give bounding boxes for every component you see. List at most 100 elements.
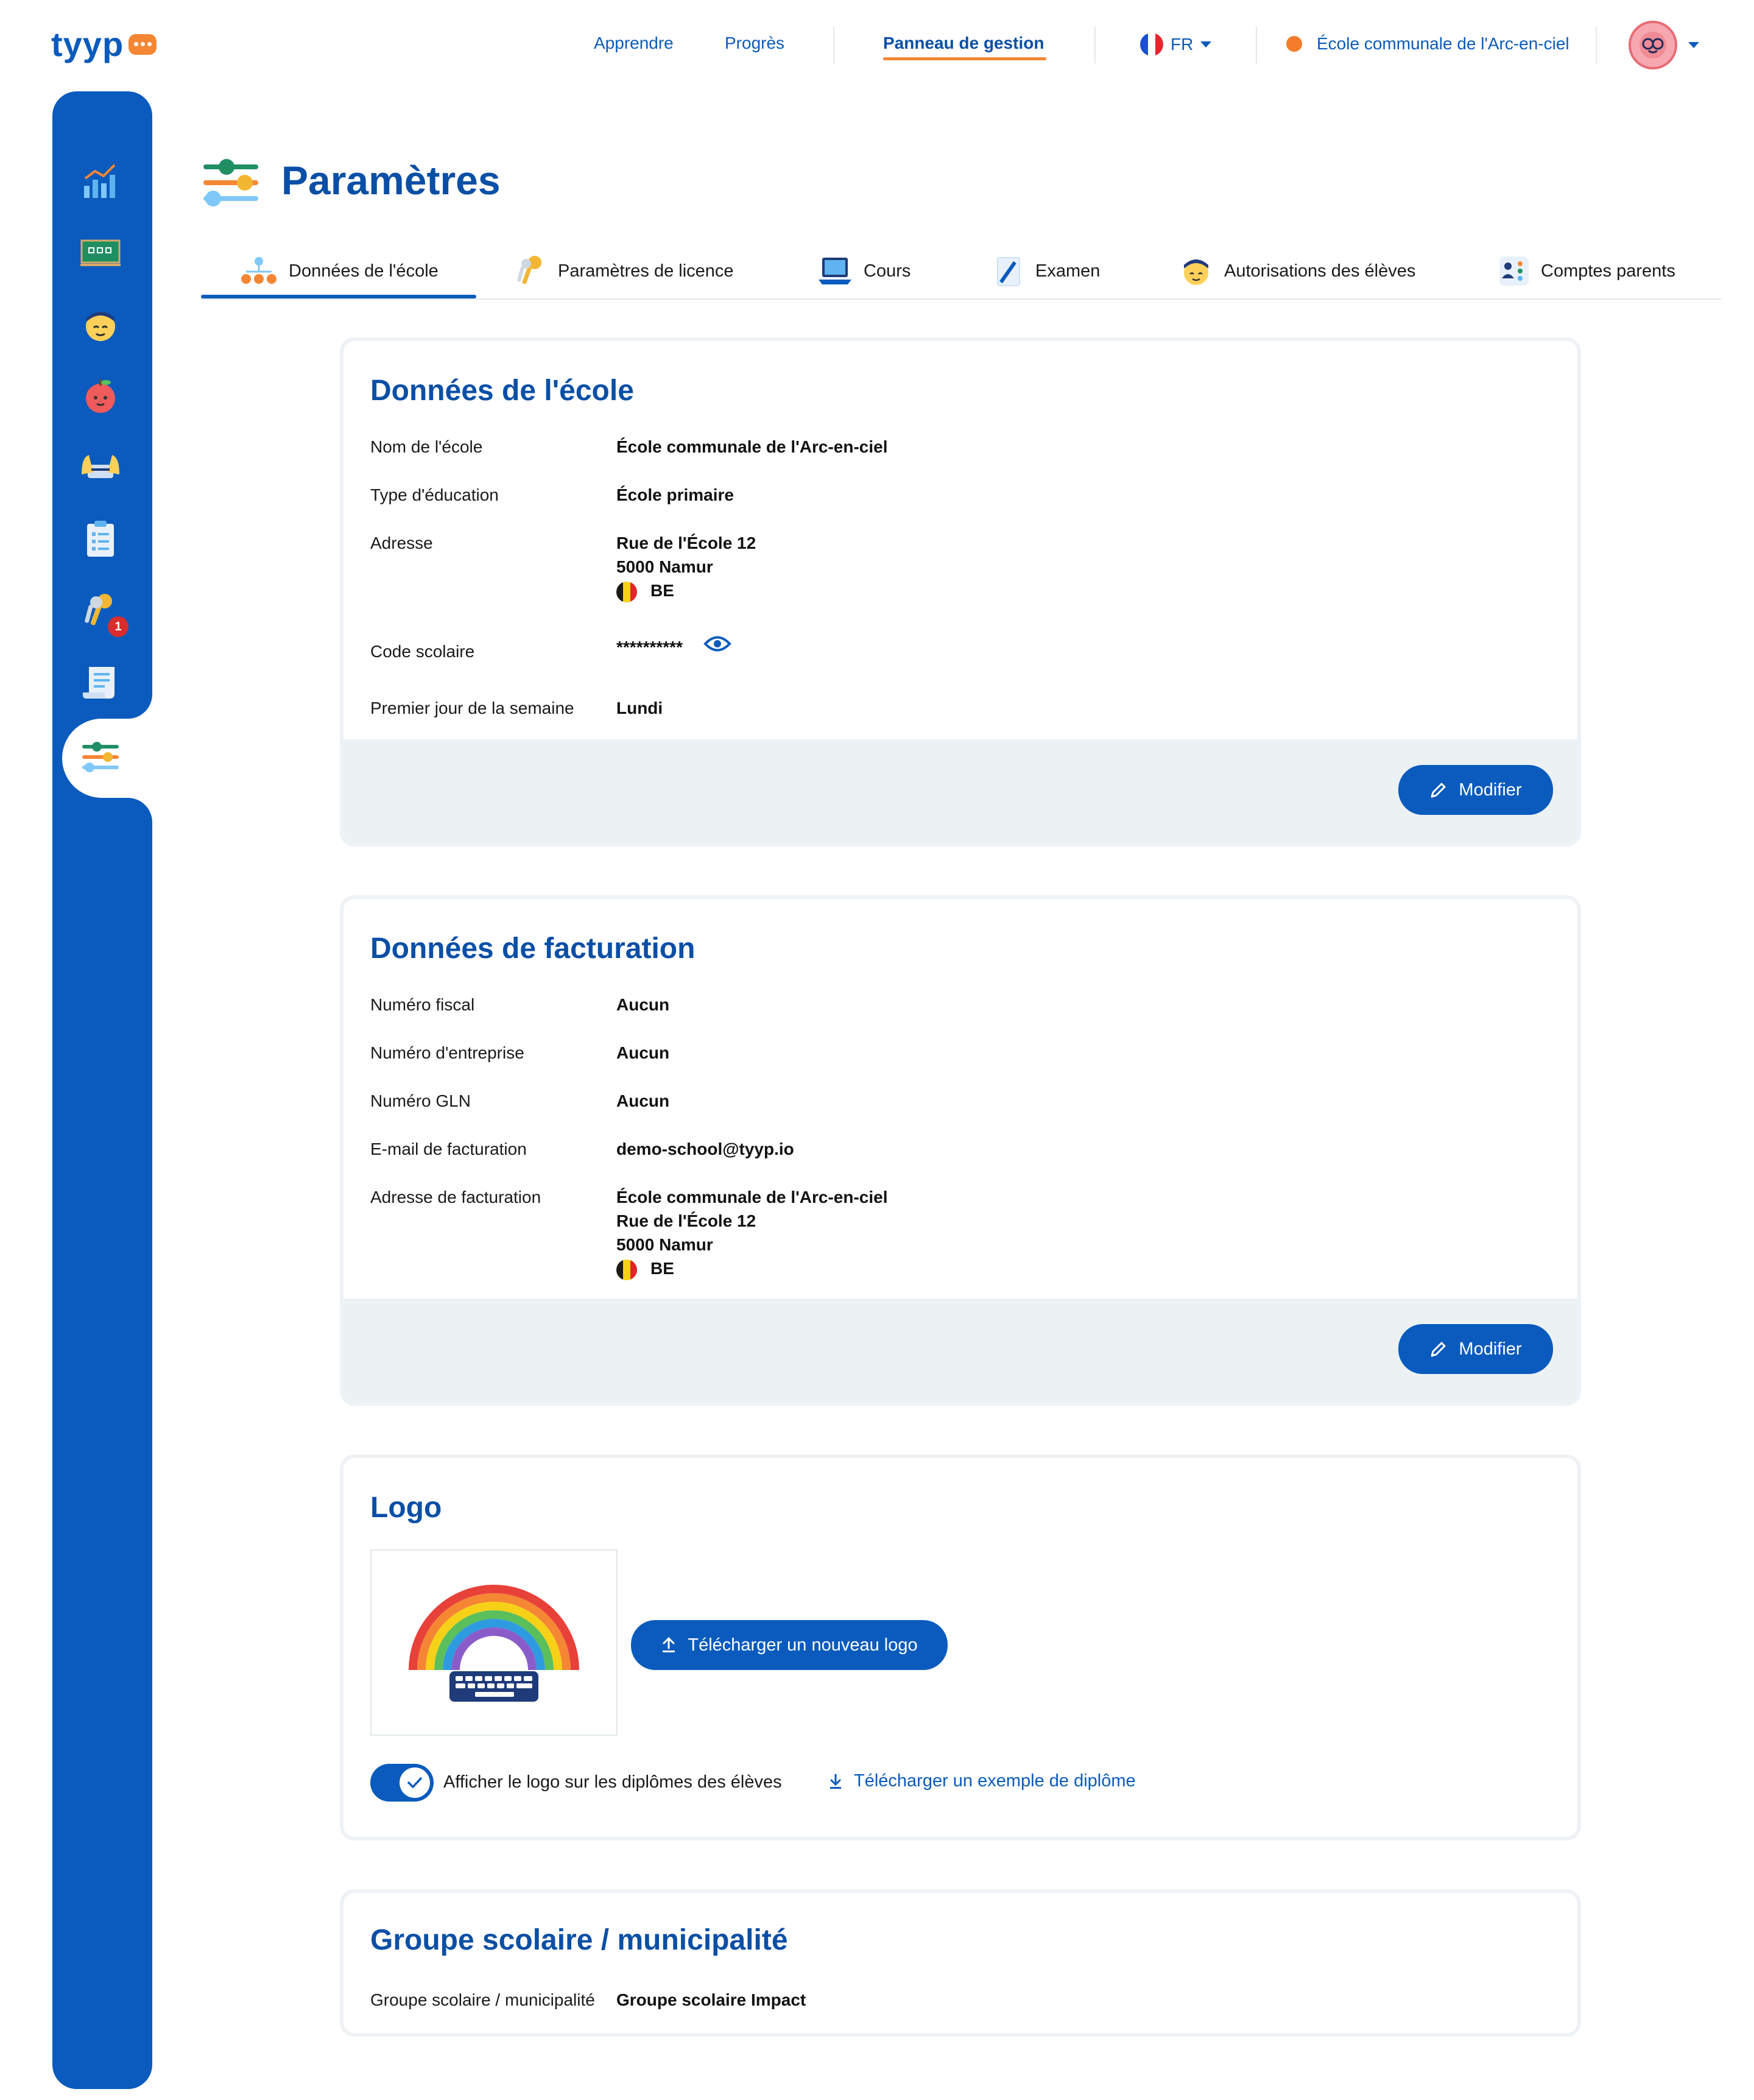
tyyp-logo[interactable]: tyyp bbox=[51, 24, 157, 64]
laptop-icon bbox=[819, 258, 851, 284]
language-selector[interactable]: FR bbox=[1140, 33, 1212, 56]
billing-email-value: demo-school@tyyp.io bbox=[616, 1140, 794, 1158]
certificate-scroll-icon bbox=[83, 667, 114, 699]
rainbow-keyboard-logo-icon bbox=[409, 1585, 579, 1702]
user-menu[interactable] bbox=[1629, 21, 1699, 69]
tab-comptes-parents[interactable]: Comptes parents bbox=[1498, 244, 1675, 298]
sidebar-item-diplomas[interactable] bbox=[76, 658, 125, 706]
school-data-card: Données de l'école Nom de l'école École … bbox=[340, 337, 1581, 847]
nav-panneau-de-gestion[interactable]: Panneau de gestion bbox=[883, 33, 1044, 53]
tab-cours[interactable]: Cours bbox=[817, 244, 910, 298]
card-title: Groupe scolaire / municipalité bbox=[370, 1924, 788, 1956]
address-label: Adresse bbox=[370, 534, 433, 552]
nav-active-underline bbox=[883, 57, 1046, 60]
first-weekday-value: Lundi bbox=[616, 699, 663, 717]
billing-email-label: E-mail de facturation bbox=[370, 1140, 527, 1158]
logo-chat-bubble-icon bbox=[129, 33, 157, 55]
tab-label: Comptes parents bbox=[1541, 261, 1675, 281]
nav-divider bbox=[1596, 27, 1597, 63]
card-footer: Modifier bbox=[343, 1298, 1577, 1402]
button-label: Modifier bbox=[1459, 780, 1522, 800]
tab-autorisations-eleves[interactable]: Autorisations des élèves bbox=[1179, 244, 1415, 298]
chart-icon bbox=[84, 164, 116, 198]
sidebar-item-teachers[interactable] bbox=[76, 372, 125, 420]
pencil-icon bbox=[1431, 783, 1446, 798]
sidebar-item-settings[interactable] bbox=[76, 733, 125, 781]
download-diploma-example-link[interactable]: Télécharger un exemple de diplôme bbox=[828, 1771, 1136, 1791]
nav-apprendre[interactable]: Apprendre bbox=[594, 33, 674, 53]
exam-paper-pencil-icon bbox=[997, 257, 1020, 286]
tab-label: Données de l'école bbox=[289, 261, 438, 281]
belgium-flag-icon bbox=[616, 1259, 637, 1280]
france-flag-icon bbox=[1140, 33, 1163, 56]
show-code-eye-icon[interactable] bbox=[703, 635, 731, 659]
avatar-face-icon bbox=[1640, 32, 1666, 58]
country-code: BE bbox=[650, 581, 674, 600]
tab-label: Paramètres de licence bbox=[558, 261, 734, 281]
classroom-board-icon bbox=[80, 239, 121, 266]
school-status-dot-icon bbox=[1286, 36, 1302, 52]
link-label: Télécharger un exemple de diplôme bbox=[854, 1771, 1136, 1791]
nav-progres[interactable]: Progrès bbox=[725, 33, 784, 53]
school-code-masked: ********** bbox=[616, 637, 683, 657]
school-group-card: Groupe scolaire / municipalité Groupe sc… bbox=[340, 1889, 1581, 2037]
sidebar-curve-bottom bbox=[122, 798, 152, 828]
settings-sliders-icon bbox=[203, 159, 258, 206]
hands-keyboard-icon bbox=[82, 455, 119, 478]
sidebar-item-classes[interactable] bbox=[76, 228, 125, 277]
page-title-icon bbox=[201, 157, 261, 211]
checkmark-icon bbox=[407, 1777, 422, 1788]
upload-icon bbox=[663, 1637, 675, 1652]
sidebar-item-students[interactable] bbox=[76, 300, 125, 349]
school-group-value: Groupe scolaire Impact bbox=[616, 1990, 806, 2009]
notification-badge: 1 bbox=[108, 616, 129, 637]
sidebar-item-exams[interactable] bbox=[76, 515, 125, 563]
address-line-2: 5000 Namur bbox=[616, 557, 713, 576]
toggle-label: Afficher le logo sur les diplômes des él… bbox=[443, 1772, 782, 1792]
settings-sliders-icon bbox=[82, 742, 119, 772]
sidebar-item-statistics[interactable] bbox=[76, 157, 125, 206]
card-title: Données de l'école bbox=[370, 375, 634, 407]
tax-number-value: Aucun bbox=[616, 995, 670, 1014]
school-selector[interactable]: École communale de l'Arc-en-ciel bbox=[1286, 34, 1569, 54]
student-icon bbox=[86, 312, 115, 341]
tab-label: Examen bbox=[1035, 261, 1101, 281]
education-type-value: École primaire bbox=[616, 485, 734, 504]
toggle-knob bbox=[400, 1767, 430, 1798]
sidebar-item-typing[interactable] bbox=[76, 443, 125, 492]
chevron-down-icon bbox=[1688, 42, 1699, 48]
brand-name: tyyp bbox=[51, 25, 124, 63]
school-code-label: Code scolaire bbox=[370, 642, 475, 661]
company-number-label: Numéro d'entreprise bbox=[370, 1043, 524, 1062]
download-icon bbox=[830, 1774, 841, 1789]
pencil-icon bbox=[1431, 1342, 1446, 1357]
education-type-label: Type d'éducation bbox=[370, 485, 499, 504]
billing-address-line-1: École communale de l'Arc-en-ciel bbox=[616, 1188, 888, 1207]
apple-character-icon bbox=[86, 379, 115, 413]
sidebar-curve-top bbox=[122, 688, 152, 719]
address-country: BE bbox=[616, 579, 756, 602]
edit-billing-button[interactable]: Modifier bbox=[1398, 1324, 1553, 1374]
tab-donnees-ecole[interactable]: Données de l'école bbox=[240, 244, 438, 298]
billing-address-line-2: Rue de l'École 12 bbox=[616, 1211, 756, 1230]
gln-number-value: Aucun bbox=[616, 1091, 670, 1110]
show-logo-on-diploma-toggle[interactable] bbox=[370, 1764, 434, 1802]
keys-icon bbox=[517, 256, 541, 284]
school-group-label: Groupe scolaire / municipalité bbox=[370, 1990, 595, 2009]
upload-logo-button[interactable]: Télécharger un nouveau logo bbox=[631, 1620, 948, 1670]
first-weekday-label: Premier jour de la semaine bbox=[370, 699, 574, 717]
card-title: Données de facturation bbox=[370, 932, 696, 965]
tab-examen[interactable]: Examen bbox=[993, 244, 1100, 298]
nav-divider bbox=[1094, 27, 1096, 63]
org-chart-icon bbox=[241, 257, 276, 284]
clipboard-checklist-icon bbox=[87, 521, 114, 557]
edit-school-button[interactable]: Modifier bbox=[1398, 765, 1553, 815]
tab-label: Autorisations des élèves bbox=[1224, 261, 1416, 281]
tab-parametres-licence[interactable]: Paramètres de licence bbox=[515, 244, 734, 298]
parents-accounts-icon bbox=[1499, 256, 1529, 286]
billing-data-card: Données de facturation Numéro fiscal Auc… bbox=[340, 895, 1581, 1406]
sidebar-item-licenses[interactable]: 1 bbox=[76, 586, 129, 637]
billing-address-value: École communale de l'Arc-en-ciel Rue de … bbox=[616, 1185, 887, 1280]
school-code-value: ********** bbox=[616, 635, 731, 659]
address-value: Rue de l'École 12 5000 Namur BE bbox=[616, 531, 756, 602]
